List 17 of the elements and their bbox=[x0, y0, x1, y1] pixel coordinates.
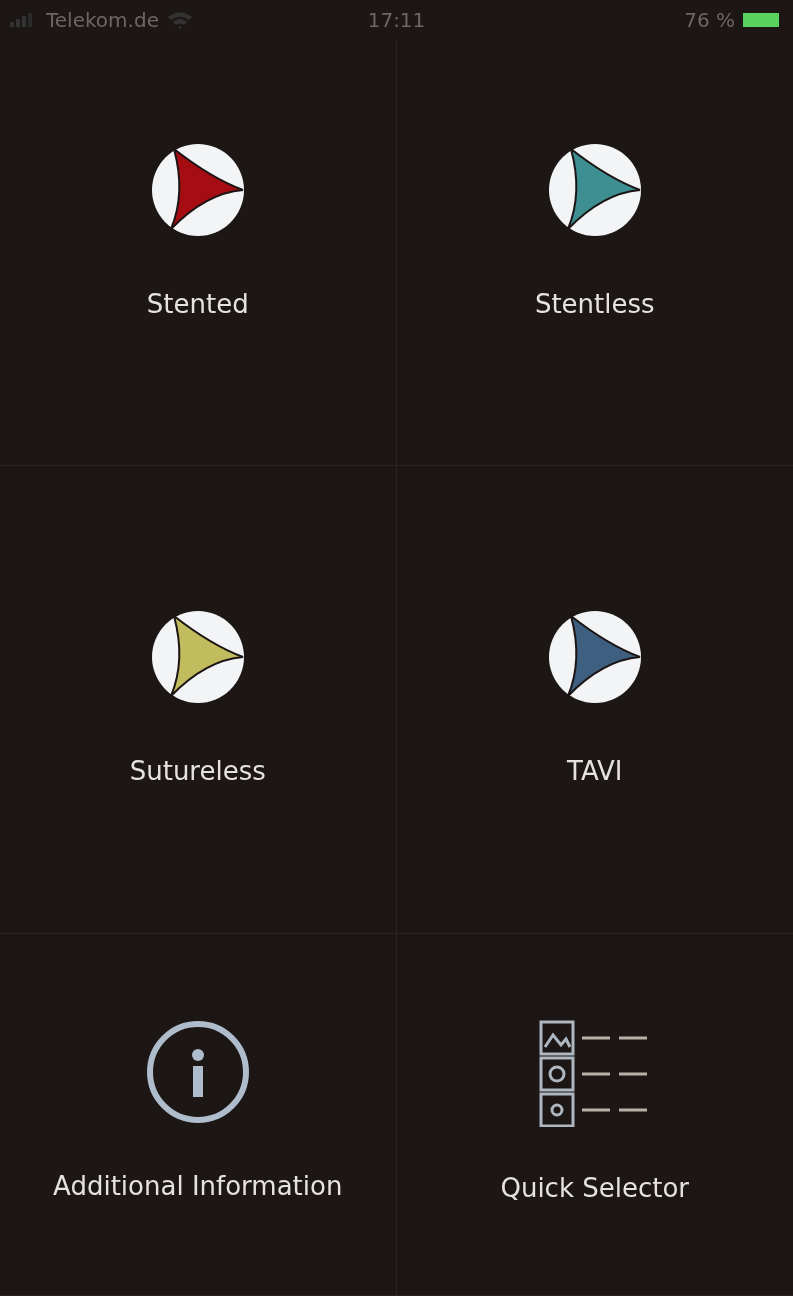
menu-tile[interactable]: Quick Selector bbox=[396, 934, 793, 1296]
wifi-icon bbox=[166, 11, 193, 29]
tile-label: Stentless bbox=[534, 289, 655, 319]
tile-label: Quick Selector bbox=[500, 1173, 690, 1203]
info-icon bbox=[144, 1019, 251, 1125]
menu-tile[interactable]: Stentless bbox=[396, 40, 793, 466]
tile-label: TAVI bbox=[567, 756, 623, 786]
carrier-name: Telekom.de bbox=[46, 8, 159, 32]
menu-tile[interactable]: Sutureless bbox=[0, 466, 397, 934]
tile-label: Stented bbox=[146, 289, 249, 319]
tile-label: Sutureless bbox=[129, 756, 266, 786]
menu-tile[interactable]: TAVI bbox=[396, 466, 793, 934]
menu-tile[interactable]: Additional Information bbox=[0, 934, 397, 1296]
battery-percent: 76 % bbox=[684, 8, 735, 32]
tile-label: Additional Information bbox=[53, 1171, 343, 1201]
clock: 17:11 bbox=[367, 8, 426, 32]
menu-tile[interactable]: Stented bbox=[0, 40, 397, 466]
